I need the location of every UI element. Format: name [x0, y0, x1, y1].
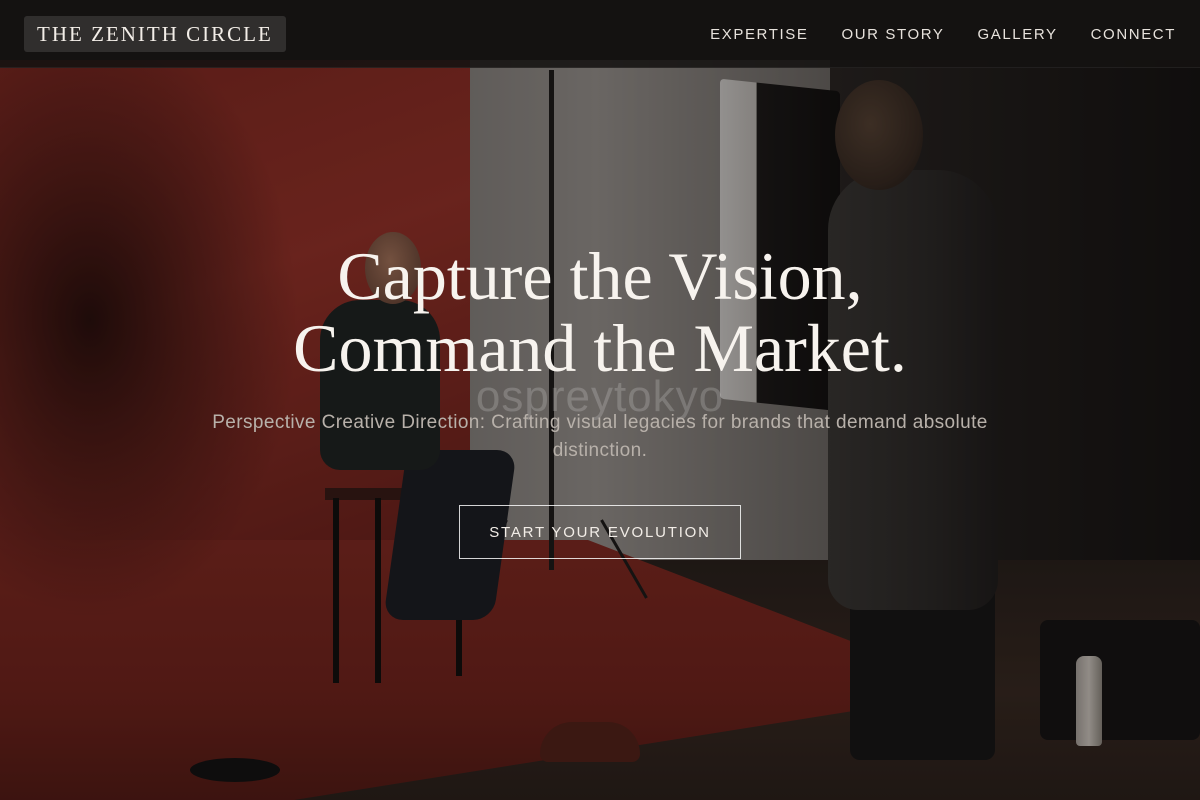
brand-logo[interactable]: THE ZENITH CIRCLE: [24, 16, 286, 52]
nav-link-gallery[interactable]: GALLERY: [977, 26, 1057, 43]
hero-section: THE ZENITH CIRCLE EXPERTISE OUR STORY GA…: [0, 0, 1200, 800]
hero-title-line-1: Capture the Vision,: [337, 238, 863, 314]
hero-title-line-2: Command the Market.: [293, 310, 907, 386]
nav-link-our-story[interactable]: OUR STORY: [841, 26, 944, 43]
hero-subtitle: Perspective Creative Direction: Crafting…: [212, 412, 988, 461]
start-evolution-button[interactable]: START YOUR EVOLUTION: [459, 505, 741, 559]
nav-link-connect[interactable]: CONNECT: [1091, 26, 1176, 43]
site-header: THE ZENITH CIRCLE EXPERTISE OUR STORY GA…: [0, 0, 1200, 68]
dark-overlay: [0, 0, 1200, 800]
main-nav: EXPERTISE OUR STORY GALLERY CONNECT: [710, 0, 1176, 68]
nav-link-expertise[interactable]: EXPERTISE: [710, 26, 808, 43]
hero-title: Capture the Vision, Command the Market.: [100, 240, 1100, 384]
